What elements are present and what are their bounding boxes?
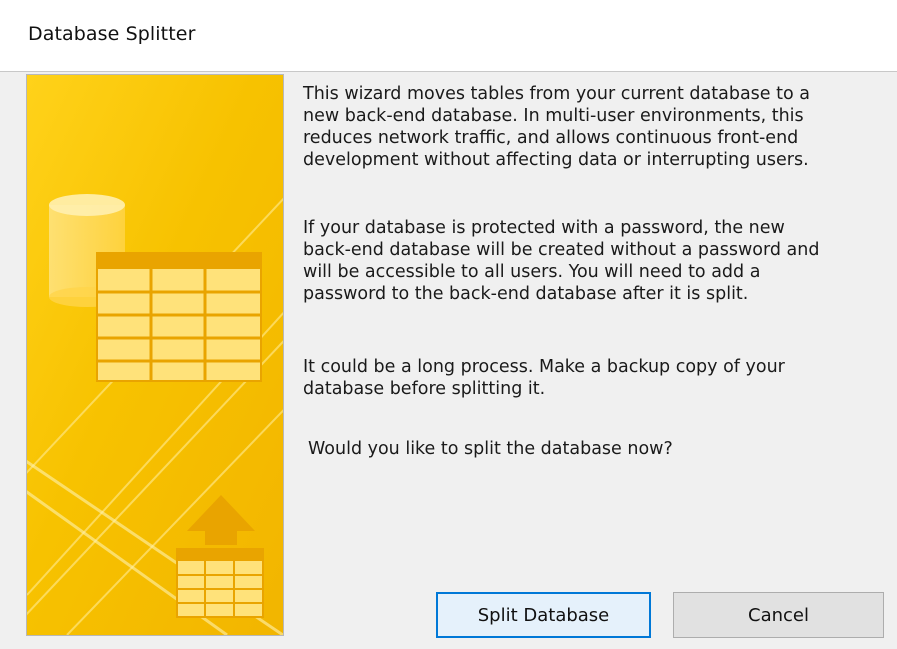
intro-paragraph: This wizard moves tables from your curre…: [303, 84, 810, 170]
split-database-button[interactable]: Split Database: [436, 592, 651, 638]
dialog-title: Database Splitter: [28, 23, 196, 45]
table-grid-icon: [96, 252, 262, 382]
backup-advice-paragraph: It could be a long process. Make a backu…: [303, 357, 785, 399]
wizard-banner-image: [26, 74, 284, 636]
title-bar: Database Splitter: [0, 0, 897, 72]
confirmation-question: Would you like to split the database now…: [308, 439, 673, 459]
password-warning-paragraph: If your database is protected with a pas…: [303, 218, 820, 304]
database-splitter-dialog: Database Splitter This wizard moves tabl…: [0, 0, 897, 649]
cancel-button[interactable]: Cancel: [673, 592, 884, 638]
small-table-icon: [176, 548, 264, 618]
